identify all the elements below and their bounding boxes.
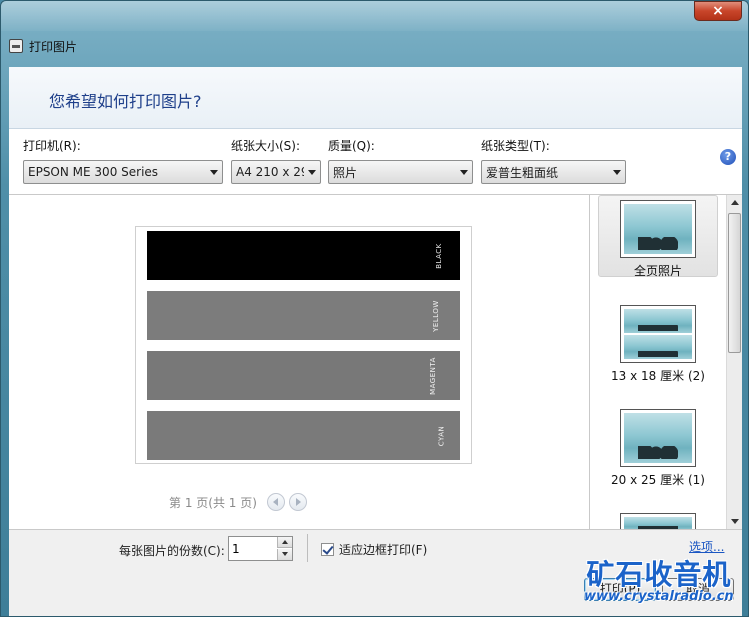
print-options-bar: 打印机(R): EPSON ME 300 Series 纸张大小(S): A4 … (9, 129, 742, 195)
layout-thumbnail (620, 305, 696, 363)
layout-label: 全页照片 (633, 264, 682, 278)
layout-item-full-page[interactable]: 全页照片 (598, 195, 718, 278)
layout-item-13x18[interactable]: 13 x 18 厘米 (2) (598, 301, 718, 383)
decrement-arrow-icon[interactable] (277, 549, 292, 560)
photo-thumbnail (624, 413, 692, 463)
cancel-button[interactable]: 取消 (662, 578, 734, 601)
layout-label: 13 x 18 厘米 (2) (611, 369, 705, 383)
layout-thumbnail (620, 409, 696, 467)
photo-thumbnail (624, 204, 692, 254)
print-preview-area: BLACK YELLOW MAGENTA CYAN 第 1 页(共 1 页) (9, 195, 589, 529)
close-button[interactable]: × (694, 1, 742, 21)
scroll-up-arrow-icon[interactable] (727, 195, 742, 211)
footer-divider (307, 534, 308, 562)
dialog-question: 您希望如何打印图片? (49, 92, 202, 111)
fit-to-frame-label: 适应边框打印(F) (339, 543, 428, 557)
scroll-thumb[interactable] (728, 213, 741, 353)
chevron-down-icon (308, 170, 316, 175)
paper-size-label: 纸张大小(S): (231, 139, 301, 153)
dialog-client: 您希望如何打印图片? 打印机(R): EPSON ME 300 Series 纸… (9, 67, 742, 616)
printer-icon (9, 39, 23, 53)
title-bar[interactable] (1, 1, 748, 31)
color-band-yellow: YELLOW (147, 291, 460, 340)
layout-scrollbar[interactable] (726, 195, 742, 529)
options-link[interactable]: 选项... (689, 538, 724, 555)
quality-option: 质量(Q): 照片 (328, 137, 473, 184)
color-band-magenta: MAGENTA (147, 351, 460, 400)
help-icon[interactable]: ? (720, 149, 736, 165)
page-indicator: 第 1 页(共 1 页) (169, 495, 257, 510)
dialog-header: 您希望如何打印图片? (9, 67, 742, 129)
layout-label: 20 x 25 厘米 (1) (611, 473, 705, 487)
copies-label: 每张图片的份数(C): (119, 544, 225, 558)
window-title-row: 打印图片 (9, 33, 77, 59)
printer-option: 打印机(R): EPSON ME 300 Series (23, 137, 223, 184)
layout-thumbnail (620, 200, 696, 258)
band-label-black: BLACK (435, 242, 444, 269)
next-page-button[interactable] (288, 493, 307, 511)
preview-page: BLACK YELLOW MAGENTA CYAN (135, 226, 472, 464)
print-pictures-window: × 打印图片 您希望如何打印图片? 打印机(R): EPSON ME 300 S… (0, 0, 749, 617)
photo-thumbnail (624, 309, 692, 333)
increment-arrow-icon[interactable] (277, 537, 292, 548)
page-navigator: 第 1 页(共 1 页) (169, 493, 307, 511)
chevron-down-icon (460, 170, 468, 175)
copies-input[interactable] (229, 537, 273, 560)
paper-type-select[interactable]: 爱普生粗面纸 (481, 160, 626, 184)
paper-type-option: 纸张类型(T): 爱普生粗面纸 (481, 137, 626, 184)
copies-stepper (228, 536, 293, 561)
photo-thumbnail (624, 335, 692, 359)
paper-size-select[interactable]: A4 210 x 297 (231, 160, 321, 184)
band-label-cyan: CYAN (437, 425, 446, 446)
dialog-footer: 每张图片的份数(C): 适应边框打印(F) 选项... 打印(P) 取消 (9, 529, 742, 616)
print-button[interactable]: 打印(P) (584, 578, 656, 601)
layout-item-20x25[interactable]: 20 x 25 厘米 (1) (598, 405, 718, 487)
color-band-black: BLACK (147, 231, 460, 280)
printer-select-value: EPSON ME 300 Series (28, 165, 159, 179)
paper-size-select-value: A4 210 x 297 (236, 165, 304, 179)
paper-type-label: 纸张类型(T): (481, 139, 550, 153)
printer-label: 打印机(R): (23, 139, 81, 153)
chevron-down-icon (210, 170, 218, 175)
chevron-down-icon (613, 170, 621, 175)
checkbox-checked-icon[interactable] (321, 543, 334, 556)
layout-thumbnail (620, 513, 696, 529)
quality-label: 质量(Q): (328, 139, 375, 153)
band-label-magenta: MAGENTA (429, 356, 438, 395)
fit-to-frame-checkbox[interactable]: 适应边框打印(F) (321, 541, 427, 558)
quality-select-value: 照片 (333, 165, 358, 180)
window-title: 打印图片 (29, 39, 78, 54)
paper-type-select-value: 爱普生粗面纸 (486, 165, 559, 180)
photo-thumbnail (624, 517, 692, 529)
scroll-down-arrow-icon[interactable] (727, 513, 742, 529)
quality-select[interactable]: 照片 (328, 160, 473, 184)
band-label-yellow: YELLOW (432, 299, 441, 332)
paper-size-option: 纸张大小(S): A4 210 x 297 (231, 137, 321, 184)
layout-item-partial[interactable] (598, 509, 718, 529)
previous-page-button[interactable] (266, 493, 285, 511)
color-band-cyan: CYAN (147, 411, 460, 460)
printer-select[interactable]: EPSON ME 300 Series (23, 160, 223, 184)
layout-list: 全页照片 13 x 18 厘米 (2) 20 x 25 厘米 (1) (589, 195, 742, 529)
